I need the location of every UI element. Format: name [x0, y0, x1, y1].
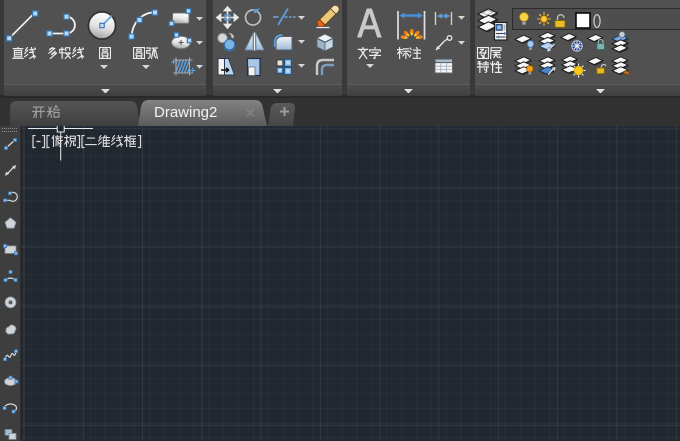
svg-text:Drawing2: Drawing2 — [154, 104, 217, 121]
